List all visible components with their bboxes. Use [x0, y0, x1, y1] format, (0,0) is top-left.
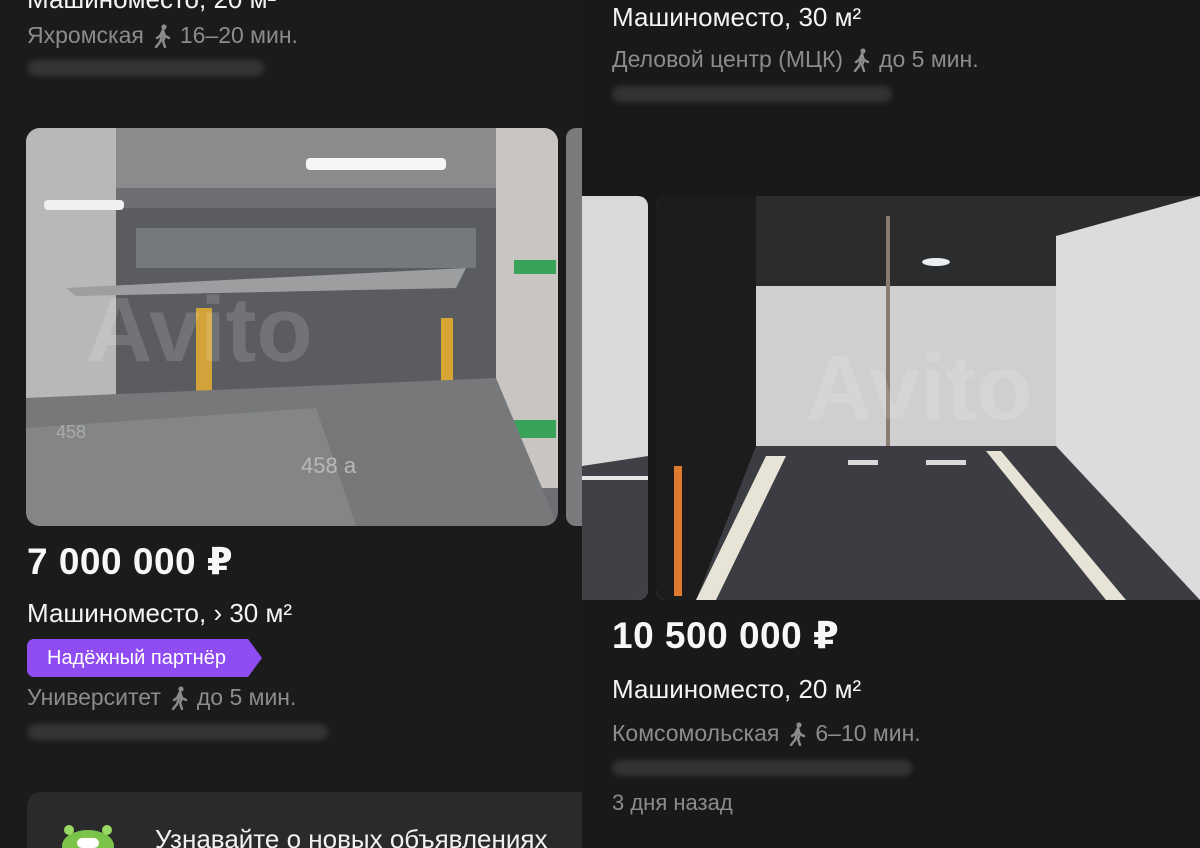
metro-station: Яхромская [27, 22, 144, 48]
promo-text: Узнавайте о новых объявлениях [155, 824, 548, 848]
listing-metro: Университет до 5 мин. [27, 684, 296, 711]
listing-photo[interactable]: 458 a 458 Avito [26, 128, 558, 526]
previous-photo-preview[interactable] [582, 196, 648, 600]
listing-photo[interactable]: Avito [656, 196, 1200, 600]
walk-time: 6–10 мин. [815, 720, 921, 746]
listing-title[interactable]: Машиноместо, › 30 м² [27, 598, 292, 629]
walk-time: до 5 мин. [879, 46, 979, 72]
walking-person-icon [851, 47, 873, 72]
left-listing-column: Машиноместо, 20 м² Яхромская 16–20 мин. … [0, 0, 582, 848]
listing-date: 3 дня назад [612, 790, 733, 815]
walking-person-icon [152, 23, 174, 48]
metro-station: Комсомольская [612, 720, 780, 746]
notifications-promo-card[interactable]: Узнавайте о новых объявлениях [27, 792, 582, 848]
walk-time: 16–20 мин. [179, 22, 298, 48]
svg-text:458 a: 458 a [301, 453, 357, 478]
listing-price: 10 500 000 ₽ [612, 615, 840, 656]
walking-person-icon [787, 721, 809, 746]
previous-listing-metro: Яхромская 16–20 мин. [27, 22, 298, 49]
listing-title[interactable]: Машиноместо, 20 м² [612, 674, 861, 705]
right-listing-column: Машиноместо, 30 м² Деловой центр (МЦК) д… [582, 0, 1200, 848]
hidden-address [612, 86, 892, 102]
svg-text:458: 458 [56, 422, 86, 442]
hidden-address [28, 60, 264, 76]
watermark: Avito [86, 279, 313, 381]
walk-time: до 5 мин. [196, 684, 297, 710]
walking-person-icon [169, 685, 191, 710]
notification-bell-icon [57, 822, 119, 848]
hidden-address [28, 724, 328, 740]
previous-listing-title[interactable]: Машиноместо, 30 м² [612, 2, 861, 33]
trusted-partner-badge: Надёжный партнёр [27, 639, 262, 677]
metro-station: Университет [27, 684, 161, 710]
previous-listing-title[interactable]: Машиноместо, 20 м² [27, 0, 276, 15]
metro-station: Деловой центр (МЦК) [612, 46, 844, 72]
hidden-address [612, 760, 912, 776]
previous-listing-metro: Деловой центр (МЦК) до 5 мин. [612, 46, 979, 73]
listing-metro: Комсомольская 6–10 мин. [612, 720, 921, 747]
next-photo-preview[interactable] [566, 128, 582, 526]
watermark: Avito [806, 337, 1033, 439]
listing-price: 7 000 000 ₽ [27, 541, 234, 582]
